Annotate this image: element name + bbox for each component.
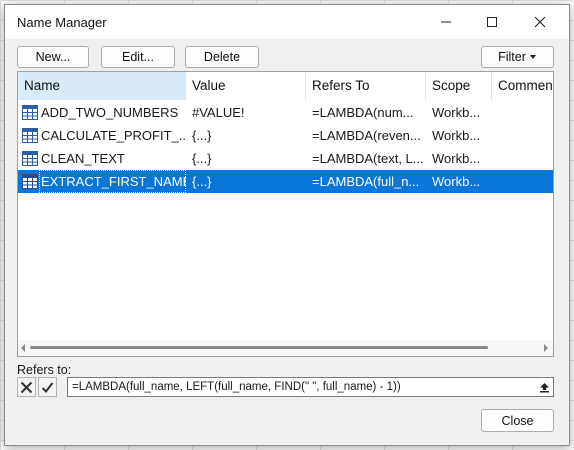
minimize-icon [441,21,451,23]
refers-to-label: Refers to: [17,363,72,377]
row-scope: Workb... [432,105,481,120]
row-value: {...} [192,128,212,143]
edit-button-label: Edit... [122,50,154,64]
list-row[interactable]: ADD_TWO_NUMBERS #VALUE! =LAMBDA(num... W… [18,101,553,124]
maximize-icon [487,17,497,27]
named-range-icon [22,128,38,143]
row-scope: Workb... [432,151,481,166]
dialog-title: Name Manager [17,15,107,30]
row-refers-to: =LAMBDA(reven... [312,128,421,143]
minimize-button[interactable] [423,5,469,39]
column-header-comment[interactable]: Comment [492,72,553,100]
named-range-icon [22,105,38,120]
new-button-label: New... [35,50,71,64]
close-button-label: Close [501,413,534,428]
scroll-right-icon[interactable] [543,344,549,352]
named-range-icon [22,151,38,166]
row-comment [498,147,553,170]
filter-button[interactable]: Filter [481,46,554,68]
scroll-left-icon[interactable] [20,344,26,352]
horizontal-scrollbar[interactable] [18,340,553,356]
list-row[interactable]: CALCULATE_PROFIT_... {...} =LAMBDA(reven… [18,124,553,147]
delete-button-label: Delete [203,50,241,64]
filter-button-label: Filter [498,50,526,64]
close-icon [534,16,546,28]
refers-to-value: =LAMBDA(full_name, LEFT(full_name, FIND(… [72,381,401,393]
row-refers-to: =LAMBDA(num... [312,105,414,120]
row-value: {...} [192,151,212,166]
checkmark-icon [41,381,54,393]
row-comment [498,101,553,124]
delete-button[interactable]: Delete [185,46,259,68]
row-name: ADD_TWO_NUMBERS [41,105,179,120]
row-refers-to: =LAMBDA(full_n... [312,174,420,189]
column-header-name[interactable]: Name [18,72,186,100]
row-scope: Workb... [432,174,481,189]
title-bar: Name Manager [5,5,569,39]
new-button[interactable]: New... [17,46,89,68]
cancel-edit-button[interactable] [17,377,36,397]
list-row-selected[interactable]: EXTRACT_FIRST_NAME {...} =LAMBDA(full_n.… [18,170,553,193]
row-name: EXTRACT_FIRST_NAME [39,170,186,193]
refers-to-input[interactable]: =LAMBDA(full_name, LEFT(full_name, FIND(… [67,377,554,397]
row-refers-to: =LAMBDA(text, L... [312,151,424,166]
row-comment [498,124,553,147]
scrollbar-thumb[interactable] [30,346,488,349]
row-scope: Workb... [432,128,481,143]
list-row[interactable]: CLEAN_TEXT {...} =LAMBDA(text, L... Work… [18,147,553,170]
row-value: #VALUE! [192,105,245,120]
close-window-button[interactable] [517,5,563,39]
row-name: CLEAN_TEXT [41,151,125,166]
chevron-down-icon [529,55,536,59]
column-header-value[interactable]: Value [186,72,306,100]
maximize-button[interactable] [469,5,515,39]
row-value: {...} [192,174,212,189]
list-header: Name Value Refers To Scope Comment [18,72,553,100]
row-comment [498,170,553,193]
names-list[interactable]: Name Value Refers To Scope Comment ADD_T… [17,71,554,357]
row-name: CALCULATE_PROFIT_... [41,128,186,143]
close-button[interactable]: Close [481,409,554,432]
named-range-icon [22,174,38,189]
column-header-scope[interactable]: Scope [426,72,492,100]
arrow-up-icon [539,382,549,392]
column-header-refers-to[interactable]: Refers To [306,72,426,100]
commit-edit-button[interactable] [38,377,57,397]
collapse-dialog-button[interactable] [536,379,552,395]
edit-button[interactable]: Edit... [101,46,175,68]
x-icon [20,381,33,393]
name-manager-dialog: Name Manager New... Edit... Delete Filte… [4,4,570,446]
